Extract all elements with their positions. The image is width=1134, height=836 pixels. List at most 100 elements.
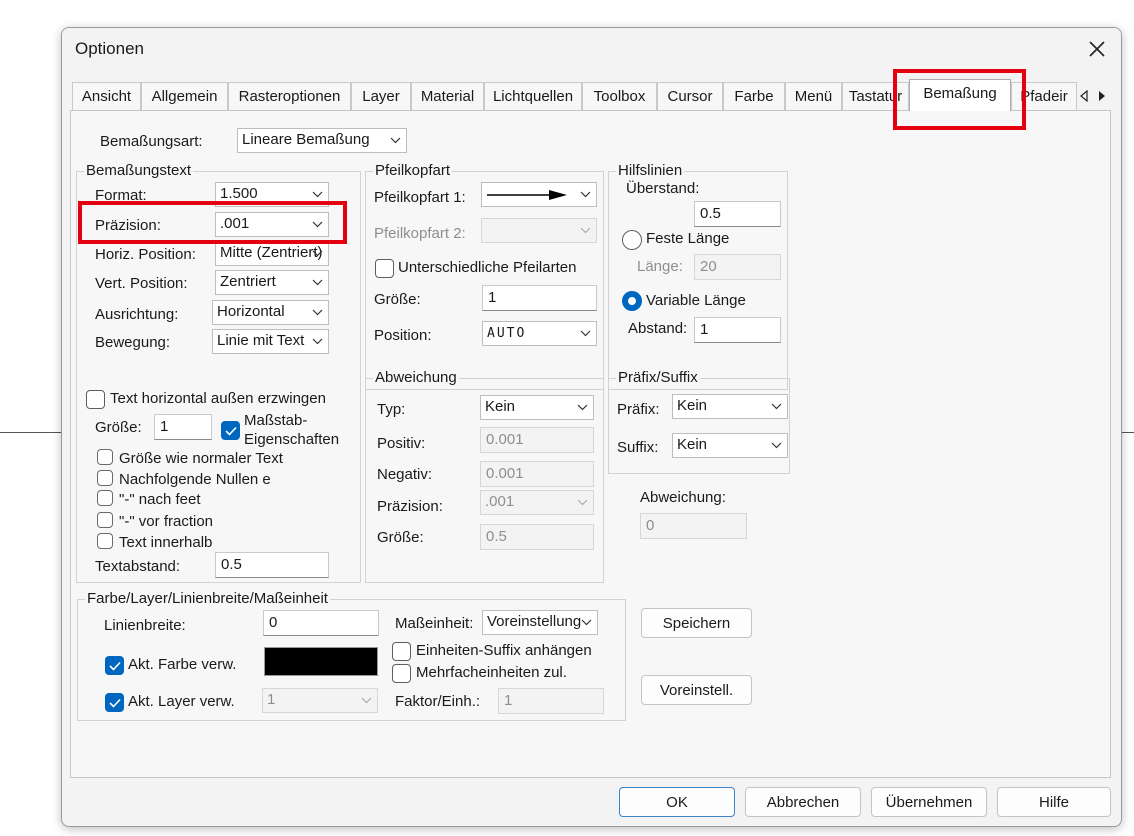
variable-laenge-radio[interactable] bbox=[622, 291, 642, 311]
abw-typ-select[interactable]: Kein bbox=[480, 395, 594, 420]
tab-farbe[interactable]: Farbe bbox=[723, 82, 785, 111]
ausrichtung-select[interactable]: Horizontal bbox=[212, 300, 329, 325]
mehrfacheinheiten-checkbox[interactable] bbox=[392, 664, 411, 683]
feste-laenge-radio[interactable] bbox=[622, 230, 642, 250]
nachfolgende-nullen-label: Nachfolgende Nullen e bbox=[119, 471, 271, 488]
pfeilkopfart2-select bbox=[481, 218, 597, 243]
tab-scroll-left-button[interactable] bbox=[1076, 86, 1092, 106]
close-button[interactable] bbox=[1079, 31, 1115, 67]
pfeil-position-value: AUTO bbox=[487, 326, 527, 341]
format-select[interactable]: 1.500 bbox=[215, 182, 329, 207]
abweichung-field-label: Abweichung: bbox=[640, 489, 726, 506]
vor-fraction-checkbox[interactable] bbox=[97, 512, 113, 528]
pfeil-groesse-label: Größe: bbox=[374, 291, 421, 308]
bewegung-select[interactable]: Linie mit Text bbox=[212, 329, 329, 354]
close-icon bbox=[1089, 41, 1105, 57]
abweichung-field-input: 0 bbox=[640, 513, 747, 539]
einheiten-suffix-label: Einheiten-Suffix anhängen bbox=[416, 642, 592, 659]
ausrichtung-value: Horizontal bbox=[217, 303, 285, 320]
linienbreite-label: Linienbreite: bbox=[104, 617, 186, 634]
text-groesse-label: Größe: bbox=[95, 419, 142, 436]
praezision-value: .001 bbox=[220, 215, 250, 232]
tab-allgemein[interactable]: Allgemein bbox=[141, 82, 228, 111]
vert-position-value: Zentriert bbox=[220, 273, 276, 290]
praefix-select[interactable]: Kein bbox=[672, 394, 788, 419]
ueberstand-input[interactable]: 0.5 bbox=[694, 201, 781, 227]
text-groesse-input[interactable]: 1 bbox=[154, 414, 212, 440]
nach-feet-checkbox[interactable] bbox=[97, 490, 113, 506]
faktor-input: 1 bbox=[498, 688, 604, 714]
tab-menue[interactable]: Menü bbox=[785, 82, 842, 111]
ueberstand-label: Überstand: bbox=[626, 180, 700, 197]
text-innerhalb-checkbox[interactable] bbox=[97, 533, 113, 549]
abstand-input[interactable]: 1 bbox=[694, 317, 781, 343]
chevron-down-icon bbox=[577, 499, 588, 506]
tab-cursor[interactable]: Cursor bbox=[657, 82, 723, 111]
masseinheit-select[interactable]: Voreinstellung bbox=[482, 610, 598, 635]
chevron-down-icon bbox=[312, 191, 323, 198]
suffix-select[interactable]: Kein bbox=[672, 433, 788, 458]
tab-material[interactable]: Material bbox=[411, 82, 484, 111]
tab-tastatur[interactable]: Tastatur bbox=[842, 82, 909, 111]
bemassungsart-select[interactable]: Lineare Bemaßung bbox=[237, 128, 407, 153]
tab-ansicht[interactable]: Ansicht bbox=[72, 82, 141, 111]
background-line-left bbox=[0, 432, 62, 433]
abw-positiv-input: 0.001 bbox=[480, 427, 594, 453]
tab-pfadeinstellungen[interactable]: Pfadeir bbox=[1011, 82, 1077, 111]
hilfe-button[interactable]: Hilfe bbox=[997, 787, 1111, 817]
akt-farbe-checkbox[interactable] bbox=[105, 656, 124, 675]
caret-right-icon bbox=[1099, 91, 1105, 101]
checkmark-icon bbox=[224, 426, 237, 436]
linienbreite-input[interactable]: 0 bbox=[263, 610, 379, 636]
options-dialog: Optionen Ansicht Allgemein Rasteroptione… bbox=[61, 27, 1122, 827]
textabstand-input[interactable]: 0.5 bbox=[215, 552, 329, 578]
text-horizontal-checkbox[interactable] bbox=[86, 390, 105, 409]
laenge-input: 20 bbox=[694, 254, 781, 280]
layer-value: 1 bbox=[267, 691, 276, 708]
laenge-label: Länge: bbox=[637, 258, 683, 275]
horiz-position-select[interactable]: Mitte (Zentriert) bbox=[215, 241, 329, 266]
chevron-down-icon bbox=[577, 404, 588, 411]
bemassungsart-value: Lineare Bemaßung bbox=[242, 131, 370, 148]
tab-scroll-right-button[interactable] bbox=[1094, 86, 1110, 106]
akt-layer-checkbox[interactable] bbox=[105, 693, 124, 712]
praezision-label: Präzision: bbox=[95, 217, 161, 234]
massstab-checkbox[interactable] bbox=[221, 421, 240, 440]
tab-rasteroptionen[interactable]: Rasteroptionen bbox=[228, 82, 351, 111]
bemassungsart-label: Bemaßungsart: bbox=[100, 133, 203, 150]
tab-toolbox[interactable]: Toolbox bbox=[582, 82, 657, 111]
horiz-position-label: Horiz. Position: bbox=[95, 246, 196, 263]
pfeilkopfart2-label: Pfeilkopfart 2: bbox=[374, 225, 466, 242]
chevron-down-icon bbox=[580, 330, 591, 337]
tab-bemassung[interactable]: Bemaßung bbox=[909, 79, 1011, 111]
farbe-layer-title: Farbe/Layer/Linienbreite/Maßeinheit bbox=[85, 590, 330, 607]
textabstand-label: Textabstand: bbox=[95, 558, 181, 575]
ok-button[interactable]: OK bbox=[619, 787, 735, 817]
color-swatch[interactable] bbox=[264, 647, 378, 676]
groesse-normal-label: Größe wie normaler Text bbox=[119, 450, 283, 467]
pfeil-position-select[interactable]: AUTO bbox=[482, 321, 597, 346]
bemassungstext-title: Bemaßungstext bbox=[84, 162, 194, 179]
background-line-right bbox=[1122, 432, 1134, 433]
tab-lichtquellen[interactable]: Lichtquellen bbox=[484, 82, 582, 111]
uebernehmen-button[interactable]: Übernehmen bbox=[871, 787, 987, 817]
nachfolgende-nullen-checkbox[interactable] bbox=[97, 470, 113, 486]
ausrichtung-label: Ausrichtung: bbox=[95, 306, 179, 323]
feste-laenge-label: Feste Länge bbox=[646, 230, 730, 247]
layer-select: 1 bbox=[262, 688, 378, 713]
abw-typ-value: Kein bbox=[485, 398, 516, 415]
praezision-select[interactable]: .001 bbox=[215, 212, 329, 237]
groesse-normal-checkbox[interactable] bbox=[97, 449, 113, 465]
pfeil-groesse-input[interactable]: 1 bbox=[482, 285, 597, 311]
text-horizontal-label: Text horizontal außen erzwingen bbox=[110, 390, 326, 407]
voreinstell-button[interactable]: Voreinstell. bbox=[641, 675, 752, 705]
abbrechen-button[interactable]: Abbrechen bbox=[745, 787, 861, 817]
speichern-button[interactable]: Speichern bbox=[641, 608, 752, 638]
unterschiedliche-pfeilarten-checkbox[interactable] bbox=[375, 259, 394, 278]
einheiten-suffix-checkbox[interactable] bbox=[392, 642, 411, 661]
pfeilkopfart1-select[interactable] bbox=[481, 182, 597, 207]
vert-position-select[interactable]: Zentriert bbox=[215, 270, 329, 295]
abw-groesse-label: Größe: bbox=[377, 529, 424, 546]
title-bar: Optionen bbox=[62, 28, 1121, 72]
tab-layer[interactable]: Layer bbox=[351, 82, 411, 111]
